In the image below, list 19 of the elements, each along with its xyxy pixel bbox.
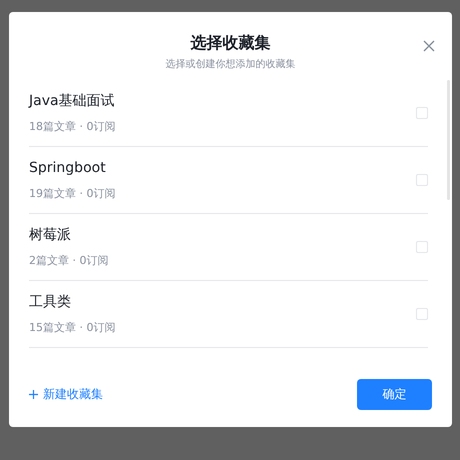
close-icon[interactable] [423, 40, 435, 52]
dialog-subtitle: 选择或创建你想添加的收藏集 [166, 58, 296, 72]
checkbox[interactable] [416, 308, 428, 320]
checkbox[interactable] [416, 107, 428, 119]
collection-name: Java基础面试 [29, 92, 116, 111]
checkbox[interactable] [416, 241, 428, 253]
checkbox[interactable] [416, 174, 428, 186]
collection-name: 树莓派 [29, 226, 72, 245]
collection-name: 工具类 [29, 293, 72, 312]
collection-stats: 19篇文章 · 0订阅 [29, 186, 116, 202]
collection-stats: 2篇文章 · 0订阅 [29, 253, 108, 269]
new-collection-label: 新建收藏集 [43, 386, 103, 403]
new-collection-link[interactable]: 新建收藏集 [29, 386, 103, 403]
collection-name: Springboot [29, 159, 107, 178]
collection-stats: 15篇文章 · 0订阅 [29, 320, 116, 336]
collection-stats: 18篇文章 · 0订阅 [29, 119, 116, 135]
confirm-button[interactable]: 确定 [357, 379, 432, 410]
dialog-title: 选择收藏集 [190, 32, 270, 54]
plus-icon [29, 390, 38, 399]
